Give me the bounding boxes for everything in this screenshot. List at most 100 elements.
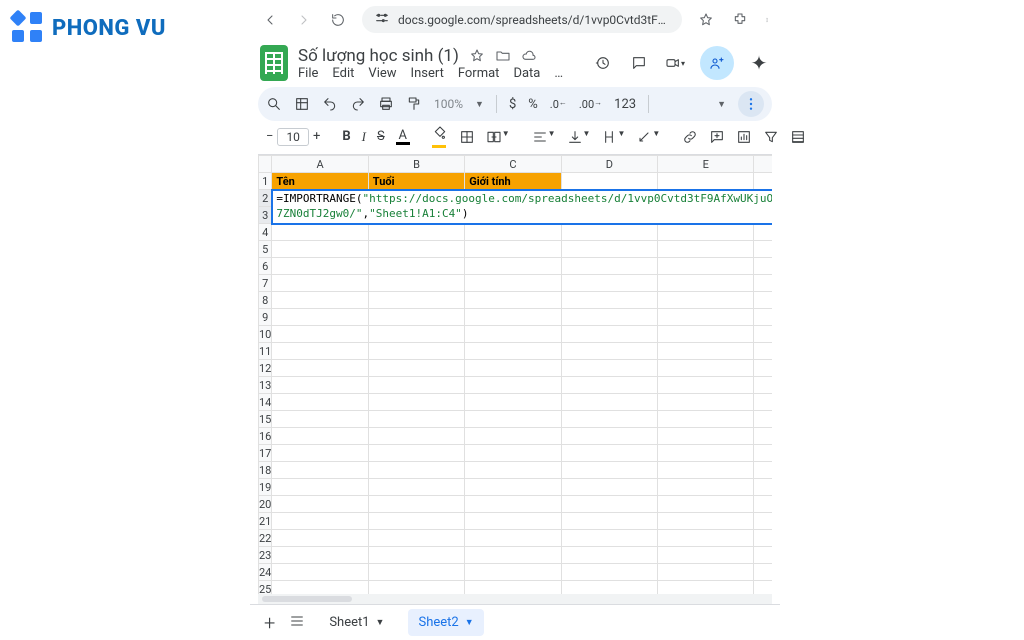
url-field[interactable]: docs.google.com/spreadsheets/d/1vvp0Cvtd…: [362, 6, 682, 33]
spreadsheet-grid[interactable]: A B C D E F 1TênTuổiGiới tính2=IMPORTRAN…: [258, 155, 772, 594]
cell-A19[interactable]: [272, 479, 368, 496]
cell-F24[interactable]: [754, 564, 772, 581]
cell-F4[interactable]: [754, 224, 772, 241]
menu-file[interactable]: File: [298, 66, 318, 81]
cell-E17[interactable]: [658, 445, 754, 462]
cell-D8[interactable]: [561, 292, 657, 309]
row-header-14[interactable]: 14: [259, 394, 272, 411]
row-header-12[interactable]: 12: [259, 360, 272, 377]
meet-icon[interactable]: ▾: [664, 52, 686, 74]
rotate-button[interactable]: ▼: [636, 129, 660, 145]
row-header-18[interactable]: 18: [259, 462, 272, 479]
decrease-decimal-icon[interactable]: .0←: [550, 98, 567, 111]
cell-B16[interactable]: [368, 428, 464, 445]
move-folder-icon[interactable]: [495, 48, 511, 64]
select-data-icon[interactable]: [294, 96, 310, 112]
cell-A24[interactable]: [272, 564, 368, 581]
cell-D20[interactable]: [561, 496, 657, 513]
reload-icon[interactable]: [328, 10, 348, 30]
cell-F7[interactable]: [754, 275, 772, 292]
cell-D10[interactable]: [561, 326, 657, 343]
italic-button[interactable]: I: [362, 129, 366, 145]
row-header-20[interactable]: 20: [259, 496, 272, 513]
all-sheets-button[interactable]: [289, 613, 305, 633]
cell-F9[interactable]: [754, 309, 772, 326]
cell-B4[interactable]: [368, 224, 464, 241]
cell-C16[interactable]: [465, 428, 561, 445]
cell-D7[interactable]: [561, 275, 657, 292]
cell-F1[interactable]: [754, 173, 772, 190]
paint-format-icon[interactable]: [406, 96, 422, 112]
cell-A2-formula[interactable]: =IMPORTRANGE("https://docs.google.com/sp…: [272, 190, 772, 224]
star-doc-icon[interactable]: [469, 48, 485, 64]
cell-E18[interactable]: [658, 462, 754, 479]
cell-B25[interactable]: [368, 581, 464, 595]
kebab-icon[interactable]: [764, 10, 770, 30]
horizontal-scrollbar[interactable]: [258, 594, 772, 604]
cell-C22[interactable]: [465, 530, 561, 547]
cell-D5[interactable]: [561, 241, 657, 258]
cell-F5[interactable]: [754, 241, 772, 258]
tab-sheet2[interactable]: Sheet2▼: [408, 609, 483, 636]
cell-A14[interactable]: [272, 394, 368, 411]
cell-F17[interactable]: [754, 445, 772, 462]
cell-B13[interactable]: [368, 377, 464, 394]
cell-C7[interactable]: [465, 275, 561, 292]
cell-D16[interactable]: [561, 428, 657, 445]
print-icon[interactable]: [378, 96, 394, 112]
cell-E4[interactable]: [658, 224, 754, 241]
cell-D1[interactable]: [561, 173, 657, 190]
cell-D23[interactable]: [561, 547, 657, 564]
bold-button[interactable]: B: [342, 129, 350, 144]
cell-A7[interactable]: [272, 275, 368, 292]
cell-D15[interactable]: [561, 411, 657, 428]
cell-F19[interactable]: [754, 479, 772, 496]
cell-D14[interactable]: [561, 394, 657, 411]
cell-B21[interactable]: [368, 513, 464, 530]
cell-D19[interactable]: [561, 479, 657, 496]
cell-E24[interactable]: [658, 564, 754, 581]
insert-chart-button[interactable]: [736, 129, 752, 145]
cell-B7[interactable]: [368, 275, 464, 292]
h-align-button[interactable]: ▼: [532, 129, 556, 145]
row-header-8[interactable]: 8: [259, 292, 272, 309]
cell-E25[interactable]: [658, 581, 754, 595]
gemini-icon[interactable]: ✦: [748, 52, 770, 74]
document-name[interactable]: Số lượng học sinh (1): [298, 46, 459, 66]
font-size-control[interactable]: − 10 +: [266, 128, 320, 146]
cell-B20[interactable]: [368, 496, 464, 513]
row-header-19[interactable]: 19: [259, 479, 272, 496]
cell-B14[interactable]: [368, 394, 464, 411]
row-header-7[interactable]: 7: [259, 275, 272, 292]
cloud-status-icon[interactable]: [521, 48, 537, 64]
cell-A21[interactable]: [272, 513, 368, 530]
borders-button[interactable]: [459, 129, 475, 145]
cell-C19[interactable]: [465, 479, 561, 496]
cell-B6[interactable]: [368, 258, 464, 275]
cell-F22[interactable]: [754, 530, 772, 547]
cell-F12[interactable]: [754, 360, 772, 377]
undo-icon[interactable]: [322, 96, 338, 112]
redo-icon[interactable]: [350, 96, 366, 112]
link-button[interactable]: [682, 129, 698, 145]
cell-E11[interactable]: [658, 343, 754, 360]
row-header-3[interactable]: 3: [259, 207, 272, 224]
cell-D9[interactable]: [561, 309, 657, 326]
cell-F13[interactable]: [754, 377, 772, 394]
cell-C6[interactable]: [465, 258, 561, 275]
col-header-D[interactable]: D: [561, 156, 657, 173]
col-header-E[interactable]: E: [658, 156, 754, 173]
cell-F10[interactable]: [754, 326, 772, 343]
cell-E9[interactable]: [658, 309, 754, 326]
site-settings-icon[interactable]: [374, 10, 390, 29]
share-button[interactable]: [700, 46, 734, 80]
cell-A25[interactable]: [272, 581, 368, 595]
cell-E7[interactable]: [658, 275, 754, 292]
cell-C9[interactable]: [465, 309, 561, 326]
cell-A12[interactable]: [272, 360, 368, 377]
cell-F25[interactable]: [754, 581, 772, 595]
cell-C24[interactable]: [465, 564, 561, 581]
cell-B9[interactable]: [368, 309, 464, 326]
merge-cells-button[interactable]: ▼: [486, 129, 510, 145]
cell-A8[interactable]: [272, 292, 368, 309]
